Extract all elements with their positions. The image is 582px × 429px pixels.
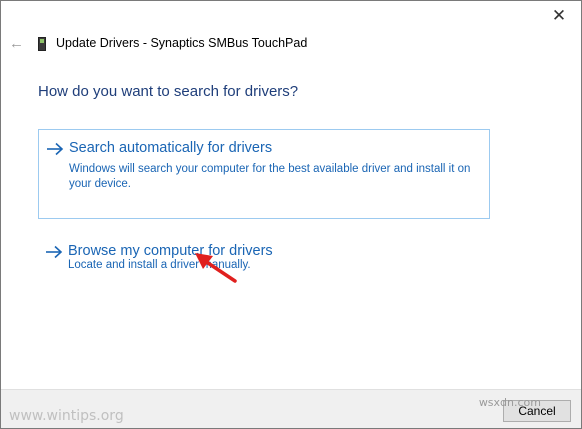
back-button[interactable]: ← — [9, 35, 25, 53]
option-description: Windows will search your computer for th… — [69, 163, 471, 190]
touchpad-device-icon — [38, 37, 46, 51]
option-description: Locate and install a driver manually. — [68, 259, 251, 271]
right-arrow-icon — [47, 142, 64, 156]
watermark-left: www.wintips.org — [9, 408, 124, 424]
annotation-arrow-icon — [195, 253, 237, 283]
window-title: Update Drivers - Synaptics SMBus TouchPa… — [56, 36, 308, 50]
browse-computer-option[interactable]: Browse my computer for drivers Locate an… — [38, 233, 488, 277]
close-icon: ✕ — [551, 6, 567, 25]
option-title: Browse my computer for drivers — [68, 243, 273, 259]
option-title: Search automatically for drivers — [69, 140, 273, 156]
title-bar: ← Update Drivers - Synaptics SMBus Touch… — [1, 31, 581, 59]
update-drivers-window: ✕ ← Update Drivers - Synaptics SMBus Tou… — [0, 0, 582, 429]
right-arrow-icon — [46, 245, 63, 259]
search-automatically-option[interactable]: Search automatically for drivers Windows… — [38, 129, 490, 219]
page-heading: How do you want to search for drivers? — [38, 83, 299, 100]
watermark-right: wsxdn.com — [478, 396, 541, 409]
close-button[interactable]: ✕ — [547, 5, 571, 27]
back-arrow-icon: ← — [9, 35, 24, 52]
